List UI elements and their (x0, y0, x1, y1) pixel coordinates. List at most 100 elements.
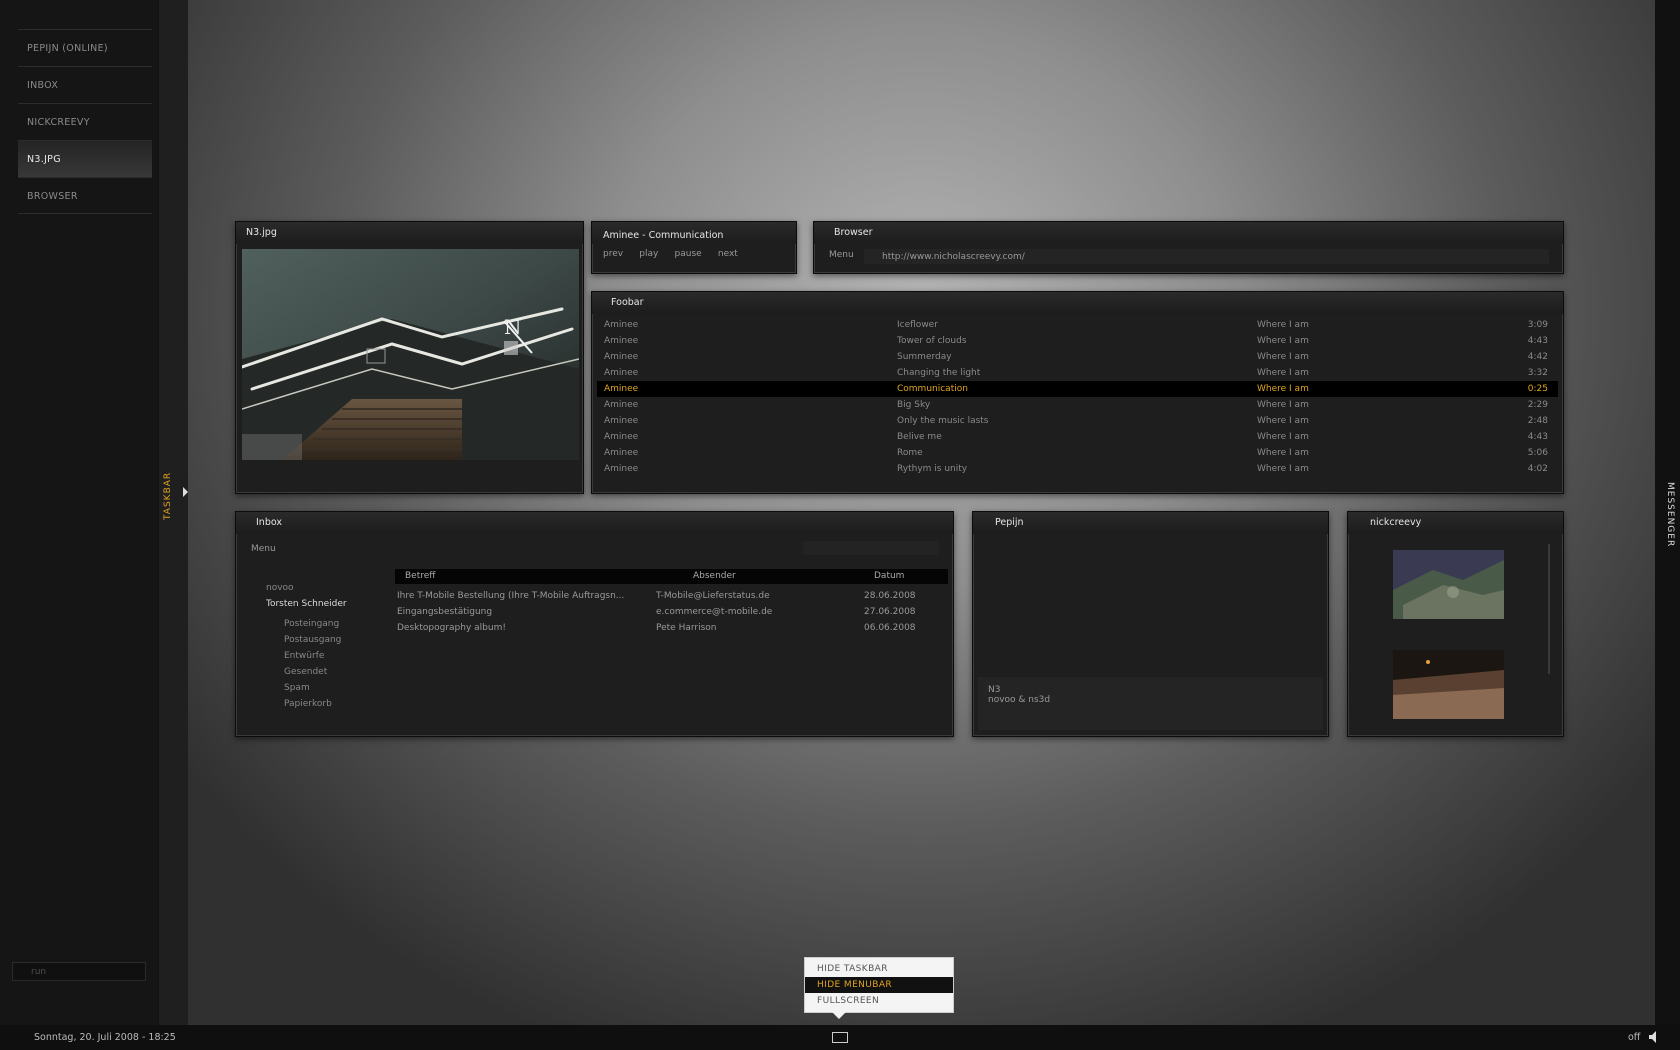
sidebar-item-n3-jpg[interactable]: N3.JPG (18, 140, 152, 177)
menu-item-hide-taskbar[interactable]: HIDE TASKBAR (805, 961, 953, 977)
browser-window: Browser Menu (813, 221, 1564, 274)
mail-date: 06.06.2008 (864, 623, 916, 633)
image-viewer-window: N3.jpg N (235, 221, 584, 494)
track-length: 2:48 (1527, 416, 1548, 426)
foobar-title: Foobar (592, 292, 1563, 314)
menu-pointer (832, 1012, 846, 1019)
gallery-window: nickcreevy (1347, 511, 1564, 737)
chat-title: Pepijn (973, 512, 1328, 534)
mail-rows: Ihre T-Mobile Bestellung (Ihre T-Mobile … (395, 584, 948, 636)
column-date[interactable]: Datum (874, 569, 904, 584)
inbox-window: Inbox Menu novoo Torsten Schneider Poste… (235, 511, 954, 737)
inbox-search-input[interactable] (803, 541, 939, 555)
inbox-menu-button[interactable]: Menu (251, 544, 276, 554)
browser-menu-button[interactable]: Menu (829, 250, 854, 260)
folder-spam[interactable]: Spam (284, 680, 347, 696)
track-artist: Aminee (604, 464, 639, 474)
mail-sender: e.commerce@t-mobile.de (656, 607, 773, 617)
folder-tree: novoo Torsten Schneider Posteingang Post… (266, 580, 347, 712)
track-title: Changing the light (897, 368, 981, 378)
now-playing-title: Aminee - Communication (592, 222, 796, 244)
track-length: 0:25 (1527, 384, 1548, 394)
sidebar-item-nickcreevy[interactable]: NICKCREEVY (18, 103, 152, 140)
chat-window: Pepijn N3 novoo & ns3d (972, 511, 1329, 737)
sound-status[interactable]: off (1628, 1032, 1640, 1043)
playlist-row[interactable]: Aminee Only the music lasts Where I am 2:48 (597, 413, 1558, 429)
sidebar-item-pepijn[interactable]: PEPIJN (ONLINE) (18, 29, 152, 66)
track-length: 4:42 (1527, 352, 1548, 362)
column-sender[interactable]: Absender (693, 569, 736, 584)
mail-date: 28.06.2008 (864, 591, 916, 601)
playlist-row[interactable]: Aminee Tower of clouds Where I am 4:43 (597, 333, 1558, 349)
playlist-row-now-playing[interactable]: Aminee Communication Where I am 0:25 (597, 381, 1558, 397)
next-button[interactable]: next (718, 249, 738, 259)
track-album: Where I am (1257, 432, 1309, 442)
track-album: Where I am (1257, 448, 1309, 458)
folder-gesendet[interactable]: Gesendet (284, 664, 347, 680)
mail-sender: Pete Harrison (656, 623, 717, 633)
playlist-row[interactable]: Aminee Iceflower Where I am 3:09 (597, 317, 1558, 333)
track-title: Belive me (897, 432, 942, 442)
mail-account[interactable]: novoo (266, 580, 347, 596)
prev-button[interactable]: prev (603, 249, 623, 259)
playlist-row[interactable]: Aminee Changing the light Where I am 3:32 (597, 365, 1558, 381)
taskbar-toggle-label[interactable]: TASKBAR (163, 460, 177, 520)
gallery-scrollbar[interactable] (1548, 544, 1550, 674)
gallery-thumbnail[interactable] (1393, 550, 1504, 619)
track-title: Iceflower (897, 320, 938, 330)
mail-row[interactable]: Ihre T-Mobile Bestellung (Ihre T-Mobile … (395, 588, 948, 604)
mail-subject: Ihre T-Mobile Bestellung (Ihre T-Mobile … (397, 591, 625, 601)
mail-user[interactable]: Torsten Schneider (266, 596, 347, 612)
sidebar-item-browser[interactable]: BROWSER (18, 177, 152, 214)
track-title: Big Sky (897, 400, 931, 410)
mail-row[interactable]: Eingangsbestätigung e.commerce@t-mobile.… (395, 604, 948, 620)
mail-table: Betreff Absender Datum Ihre T-Mobile Bes… (395, 569, 948, 636)
speaker-icon[interactable] (1649, 1031, 1659, 1043)
folder-papierkorb[interactable]: Papierkorb (284, 696, 347, 712)
menu-item-fullscreen[interactable]: FULLSCREEN (805, 993, 953, 1009)
sidebar-item-inbox[interactable]: INBOX (18, 66, 152, 103)
playlist-row[interactable]: Aminee Rythym is unity Where I am 4:02 (597, 461, 1558, 477)
track-title: Tower of clouds (897, 336, 967, 346)
clock: Sonntag, 20. Juli 2008 - 18:25 (34, 1032, 176, 1043)
gallery-title: nickcreevy (1348, 512, 1563, 534)
playlist-row[interactable]: Aminee Belive me Where I am 4:43 (597, 429, 1558, 445)
pause-button[interactable]: pause (675, 249, 702, 259)
sidebar: PEPIJN (ONLINE) INBOX NICKCREEVY N3.JPG … (0, 0, 158, 1025)
media-player-window: Aminee - Communication prev play pause n… (591, 221, 797, 274)
track-length: 5:06 (1527, 448, 1548, 458)
track-album: Where I am (1257, 384, 1309, 394)
column-subject[interactable]: Betreff (405, 569, 435, 584)
sidebar-list: PEPIJN (ONLINE) INBOX NICKCREEVY N3.JPG … (18, 29, 152, 214)
run-input[interactable] (12, 962, 146, 981)
track-title: Rome (897, 448, 923, 458)
track-artist: Aminee (604, 384, 639, 394)
display-menu-icon[interactable] (832, 1032, 848, 1043)
track-length: 3:09 (1527, 320, 1548, 330)
mail-row[interactable]: Desktopography album! Pete Harrison 06.0… (395, 620, 948, 636)
taskbar-expand-arrow-icon[interactable] (183, 487, 188, 497)
display-options-menu: HIDE TASKBAR HIDE MENUBAR FULLSCREEN (804, 957, 954, 1013)
folder-posteingang[interactable]: Posteingang (284, 616, 347, 632)
folder-entwuerfe[interactable]: Entwürfe (284, 648, 347, 664)
gallery-thumbnail[interactable] (1393, 650, 1504, 719)
messenger-toggle-label[interactable]: MESSENGER (1665, 482, 1675, 547)
track-artist: Aminee (604, 432, 639, 442)
playlist-row[interactable]: Aminee Big Sky Where I am 2:29 (597, 397, 1558, 413)
chat-line: novoo & ns3d (988, 695, 1051, 705)
track-artist: Aminee (604, 448, 639, 458)
mail-subject: Desktopography album! (397, 623, 506, 633)
chat-line: N3 (988, 685, 1001, 695)
menu-item-hide-menubar[interactable]: HIDE MENUBAR (805, 977, 953, 993)
image-viewer-title: N3.jpg (236, 222, 583, 244)
playlist-row[interactable]: Aminee Rome Where I am 5:06 (597, 445, 1558, 461)
chat-message-area[interactable]: N3 novoo & ns3d (978, 677, 1323, 730)
url-field[interactable] (864, 249, 1549, 264)
browser-toolbar: Menu (829, 249, 1549, 264)
playlist-row[interactable]: Aminee Summerday Where I am 4:42 (597, 349, 1558, 365)
track-length: 4:02 (1527, 464, 1548, 474)
play-button[interactable]: play (639, 249, 658, 259)
track-title: Summerday (897, 352, 952, 362)
folder-postausgang[interactable]: Postausgang (284, 632, 347, 648)
folder-list: Posteingang Postausgang Entwürfe Gesende… (266, 612, 347, 712)
